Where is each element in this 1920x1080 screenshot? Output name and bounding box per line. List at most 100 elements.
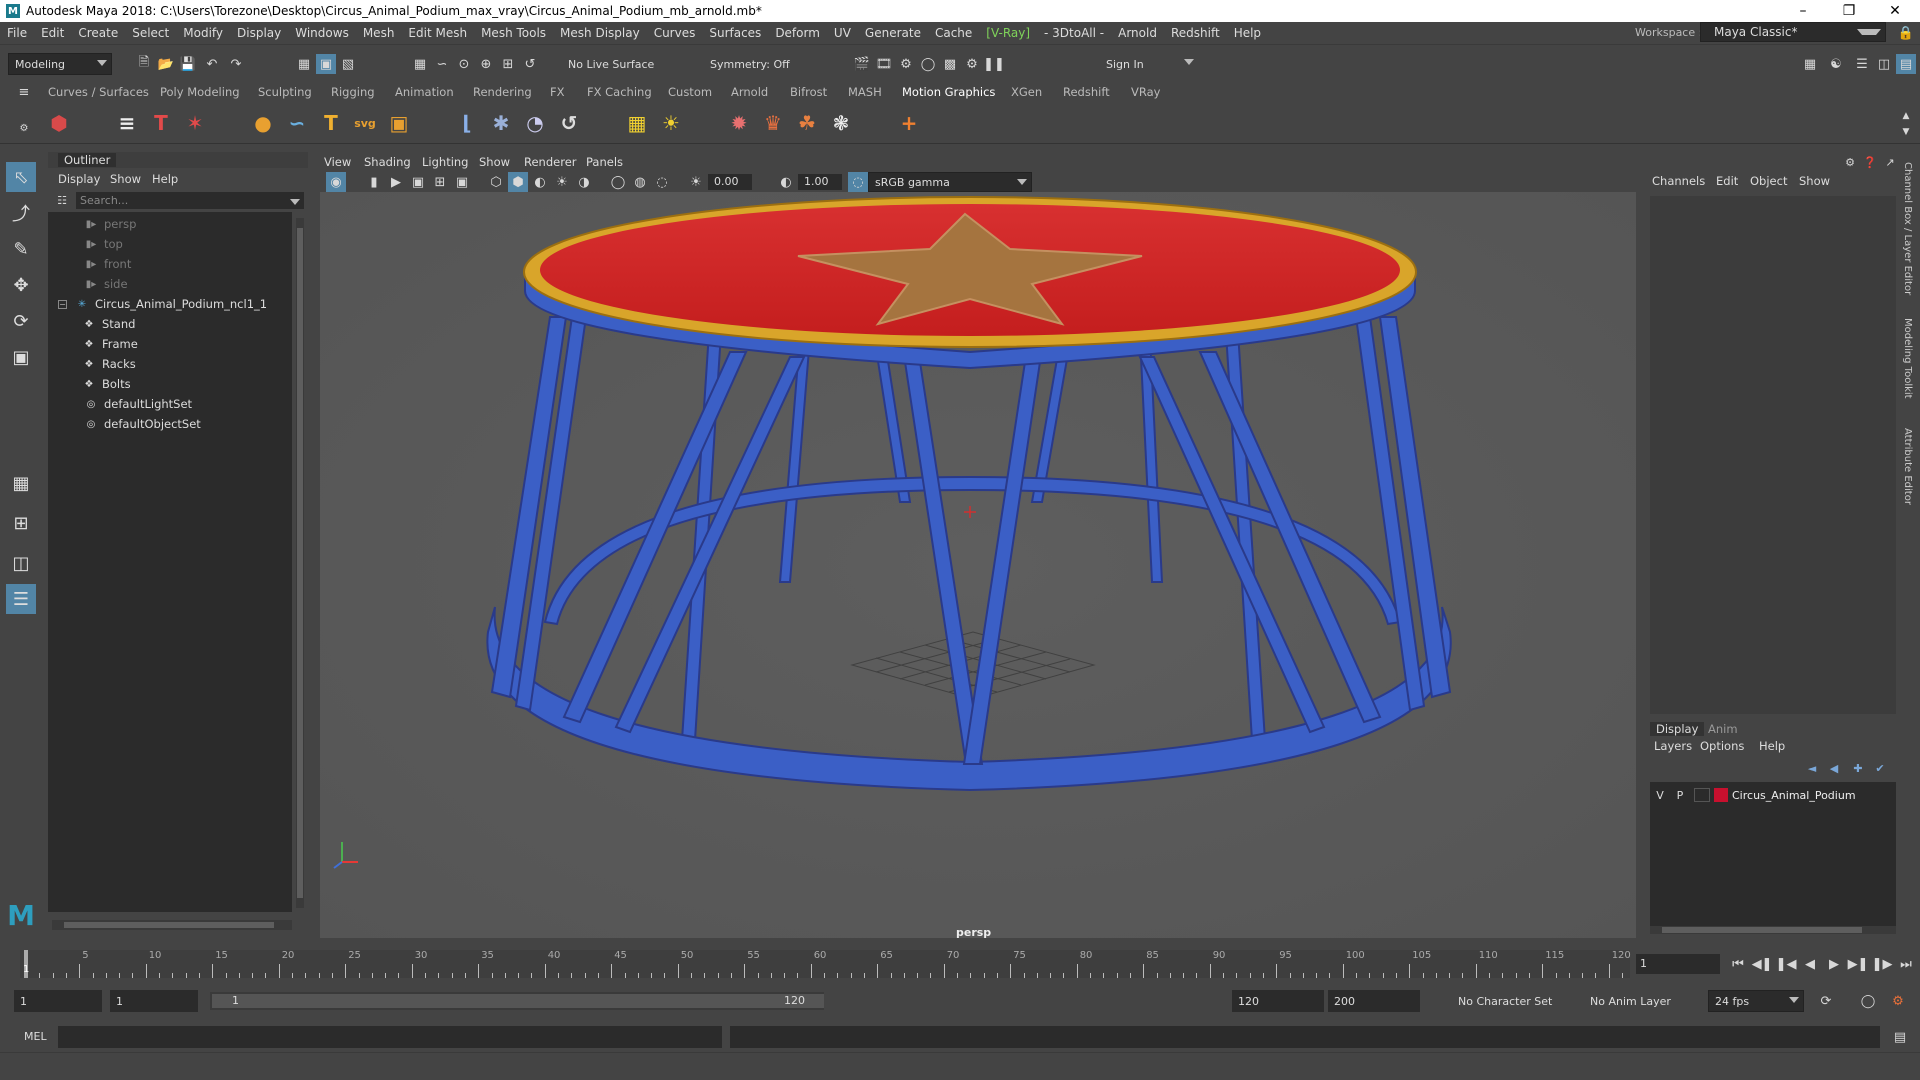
make-live-icon[interactable]: ↺ (520, 54, 540, 74)
outliner-item-side[interactable]: ▮▸ side (48, 274, 292, 294)
cube-icon[interactable]: ▣ (384, 108, 414, 138)
menu-cache[interactable]: Cache (928, 26, 979, 40)
camera-attributes-icon[interactable]: ▮ (364, 172, 384, 192)
locator-icon[interactable]: + (894, 108, 924, 138)
current-frame-field[interactable]: 1 (1636, 954, 1720, 974)
select-tool-icon[interactable]: ⬁ (6, 162, 36, 192)
layer-tab-display[interactable]: Display (1650, 722, 1705, 736)
shelf-tab-mash[interactable]: MASH (848, 85, 882, 99)
menu-arnold[interactable]: Arnold (1111, 26, 1164, 40)
menu-display[interactable]: Display (230, 26, 288, 40)
render-current-frame-icon[interactable]: 🎬 (852, 54, 872, 74)
shelf-tab-xgen[interactable]: XGen (1011, 85, 1042, 99)
select-by-object-icon[interactable]: ▣ (316, 54, 336, 74)
play-backwards-icon[interactable]: ◀ (1800, 954, 1820, 974)
layer-type-toggle[interactable] (1694, 788, 1710, 802)
layer-tab-anim[interactable]: Anim (1708, 722, 1738, 736)
command-language-label[interactable]: MEL (24, 1030, 47, 1043)
snap-to-grid-icon[interactable]: ▦ (410, 54, 430, 74)
workspace-select[interactable]: Maya Classic* (1700, 22, 1886, 42)
outliner-scroll-thumb[interactable] (297, 228, 303, 898)
outliner-item-group[interactable]: − ✳ Circus_Animal_Podium_ncl1_1 (48, 294, 292, 314)
shelf-tab-sculpting[interactable]: Sculpting (258, 85, 312, 99)
use-lights-icon[interactable]: ☀ (552, 172, 572, 192)
step-forward-key-icon[interactable]: ▶❚ (1848, 954, 1869, 974)
menu-curves[interactable]: Curves (647, 26, 703, 40)
text-tool-icon[interactable]: T (316, 108, 346, 138)
channel-box-menu-show[interactable]: Show (1799, 174, 1830, 188)
new-layer-icon[interactable]: ✚ (1848, 758, 1868, 778)
playback-start-field[interactable]: 1 (110, 990, 198, 1012)
outliner-item-bolts[interactable]: ❖ Bolts (48, 374, 292, 394)
lock-icon[interactable]: 🔒 (1896, 23, 1916, 43)
shelf-tab-curves-surfaces[interactable]: Curves / Surfaces (48, 85, 149, 99)
menu-mesh[interactable]: Mesh (356, 26, 402, 40)
search-options-icon[interactable] (290, 199, 300, 205)
animation-end-field[interactable]: 200 (1328, 990, 1420, 1012)
go-to-end-icon[interactable]: ⏭ (1896, 954, 1916, 974)
snap-to-curve-icon[interactable]: ∽ (432, 54, 452, 74)
outliner-horizontal-scrollbar[interactable] (52, 920, 292, 930)
step-forward-frame-icon[interactable]: ❚▶ (1872, 954, 1893, 974)
color-management-icon[interactable]: ◌ (848, 172, 868, 192)
command-input[interactable] (58, 1026, 722, 1048)
shelf-tab-rendering[interactable]: Rendering (473, 85, 532, 99)
shadows-icon[interactable]: ◑ (574, 172, 594, 192)
viewport-menu-view[interactable]: View (324, 155, 351, 169)
shelf-tab-fx-caching[interactable]: FX Caching (587, 85, 652, 99)
modeling-toolkit-icon[interactable]: ▦ (1800, 54, 1820, 74)
shelf-tab-poly-modeling[interactable]: Poly Modeling (160, 85, 240, 99)
mash-outliner-icon[interactable]: ≡ (112, 108, 142, 138)
menu-set-select[interactable]: Modeling (8, 53, 112, 75)
outliner-search-input[interactable]: Search... (76, 192, 304, 209)
gamma-field[interactable]: 1.00 (798, 174, 842, 190)
tool-settings-icon[interactable]: ◫ (1874, 54, 1894, 74)
select-camera-icon[interactable]: ◉ (326, 172, 346, 192)
menu-deform[interactable]: Deform (768, 26, 827, 40)
menu-edit-mesh[interactable]: Edit Mesh (401, 26, 474, 40)
gamma-icon[interactable]: ◐ (776, 172, 796, 192)
bookmarks-icon[interactable]: ▶ (386, 172, 406, 192)
layer-playback-toggle[interactable]: P (1670, 789, 1690, 802)
layer-menu-help[interactable]: Help (1759, 739, 1785, 753)
viewport-scene[interactable]: persp (320, 192, 1636, 938)
sun-light-icon[interactable]: ☀ (656, 108, 686, 138)
film-gate-icon[interactable]: ▣ (452, 172, 472, 192)
type-tool-icon[interactable]: T (146, 108, 176, 138)
curve-tool-icon[interactable]: ∽ (282, 108, 312, 138)
anim-layer-select[interactable]: No Anim Layer (1584, 990, 1694, 1012)
outliner-layout-icon[interactable]: ☰ (6, 584, 36, 614)
paint-effects-icon[interactable]: ✶ (180, 108, 210, 138)
four-view-icon[interactable]: ⊞ (6, 508, 36, 538)
viewport-menu-panels[interactable]: Panels (586, 155, 623, 169)
render-settings-icon[interactable]: ⚙ (896, 54, 916, 74)
play-forwards-icon[interactable]: ▶ (1824, 954, 1844, 974)
scale-tool-icon[interactable]: ▣ (6, 342, 36, 372)
svg-tool-icon[interactable]: svg (350, 108, 380, 138)
vray-render-icon[interactable]: ❚❚ (983, 54, 1005, 74)
step-back-key-icon[interactable]: ❚◀ (1776, 954, 1797, 974)
menu-file[interactable]: File (0, 26, 34, 40)
constraint-icon[interactable]: ↺ (554, 108, 584, 138)
fps-select[interactable]: 24 fps (1708, 990, 1804, 1012)
side-tab-channel-box[interactable]: Channel Box / Layer Editor (1902, 162, 1913, 295)
menu-mesh-display[interactable]: Mesh Display (553, 26, 647, 40)
sign-in-button[interactable]: Sign In (1086, 53, 1198, 75)
side-tab-attribute-editor[interactable]: Attribute Editor (1902, 428, 1913, 505)
channel-box-menu-channels[interactable]: Channels (1652, 174, 1705, 188)
new-layer-selected-icon[interactable]: ✔ (1870, 758, 1890, 778)
channel-box-float-icon[interactable]: ↗ (1880, 152, 1900, 172)
outliner-hscroll-thumb[interactable] (64, 922, 274, 928)
image-plane-icon[interactable]: ▣ (408, 172, 428, 192)
collapse-icon[interactable]: − (58, 299, 67, 309)
shelf-scroll-down-icon[interactable]: ▼ (1896, 122, 1916, 142)
menu-help[interactable]: Help (1227, 26, 1268, 40)
go-to-start-icon[interactable]: ⏮ (1728, 954, 1748, 974)
color-space-select[interactable]: sRGB gamma (868, 172, 1032, 192)
hypershade-icon[interactable]: ◯ (918, 54, 938, 74)
paint-select-tool-icon[interactable]: ✎ (6, 234, 36, 264)
move-layer-down-icon[interactable]: ◀ (1824, 758, 1844, 778)
animation-start-field[interactable]: 1 (14, 990, 102, 1012)
render-view-icon[interactable]: ▩ (940, 54, 960, 74)
menu-uv[interactable]: UV (827, 26, 858, 40)
